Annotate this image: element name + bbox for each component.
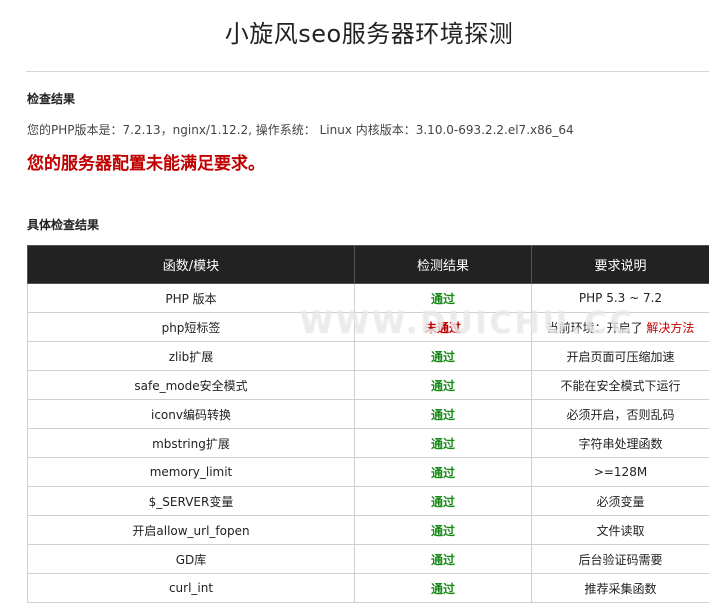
note-cell: 必须变量 (532, 487, 709, 516)
status-cell: 通过 (355, 284, 532, 313)
table-row: PHP 版本通过 PHP 5.3 ~ 7.2 (28, 284, 709, 313)
note-cell: 必须开启，否则乱码 (532, 400, 709, 429)
note-cell: 当前环境：开启了 解决方法 (532, 313, 709, 342)
table-row: 开启allow_url_fopen通过 文件读取 (28, 516, 709, 545)
note-cell: >=128M (532, 458, 709, 487)
note-text: 必须开启，否则乱码 (566, 408, 674, 422)
note-text: >=128M (594, 465, 647, 479)
module-cell: memory_limit (28, 458, 355, 487)
status-cell: 通过 (355, 458, 532, 487)
note-text: PHP 5.3 ~ 7.2 (579, 291, 662, 305)
module-cell: PHP 版本 (28, 284, 355, 313)
warning-message: 您的服务器配置未能满足要求。 (27, 149, 265, 174)
module-cell: php短标签 (28, 313, 355, 342)
module-cell: GD库 (28, 545, 355, 574)
environment-info: 您的PHP版本是：7.2.13，nginx/1.12.2, 操作系统： Linu… (27, 121, 574, 138)
note-text: 字符串处理函数 (578, 437, 662, 451)
status-cell: 通过 (355, 545, 532, 574)
module-cell: safe_mode安全模式 (28, 371, 355, 400)
table-row: php短标签未通过当前环境：开启了 解决方法 (28, 313, 709, 342)
module-cell: iconv编码转换 (28, 400, 355, 429)
status-cell: 通过 (355, 574, 532, 603)
status-cell: 通过 (355, 342, 532, 371)
note-text: 文件读取 (596, 524, 644, 538)
status-cell: 通过 (355, 516, 532, 545)
status-cell: 通过 (355, 429, 532, 458)
status-cell: 通过 (355, 487, 532, 516)
module-cell: $_SERVER变量 (28, 487, 355, 516)
status-cell: 通过 (355, 371, 532, 400)
col-header-status: 检测结果 (355, 246, 532, 284)
table-row: curl_int通过 推荐采集函数 (28, 574, 709, 603)
module-cell: zlib扩展 (28, 342, 355, 371)
detail-heading: 具体检查结果 (27, 216, 99, 233)
check-table: 函数/模块 检测结果 要求说明 PHP 版本通过PHP 5.3 ~ 7.2php… (27, 245, 709, 603)
status-cell: 通过 (355, 400, 532, 429)
page-title: 小旋风seo服务器环境探测 (0, 14, 709, 49)
col-header-note: 要求说明 (532, 246, 709, 284)
note-text: 不能在安全模式下运行 (560, 379, 680, 393)
note-cell: 后台验证码需要 (532, 545, 709, 574)
col-header-module: 函数/模块 (28, 246, 355, 284)
note-cell: 开启页面可压缩加速 (532, 342, 709, 371)
note-text: 必须变量 (596, 495, 644, 509)
note-cell: 文件读取 (532, 516, 709, 545)
table-row: GD库通过 后台验证码需要 (28, 545, 709, 574)
table-row: zlib扩展通过 开启页面可压缩加速 (28, 342, 709, 371)
module-cell: 开启allow_url_fopen (28, 516, 355, 545)
module-cell: mbstring扩展 (28, 429, 355, 458)
note-cell: 字符串处理函数 (532, 429, 709, 458)
table-row: iconv编码转换通过 必须开启，否则乱码 (28, 400, 709, 429)
note-text: 当前环境：开启了 (547, 321, 643, 335)
fix-link[interactable]: 解决方法 (646, 321, 694, 335)
note-cell: 推荐采集函数 (532, 574, 709, 603)
note-cell: PHP 5.3 ~ 7.2 (532, 284, 709, 313)
note-cell: 不能在安全模式下运行 (532, 371, 709, 400)
check-result-heading: 检查结果 (27, 90, 75, 107)
table-row: mbstring扩展通过 字符串处理函数 (28, 429, 709, 458)
table-row: memory_limit通过 >=128M (28, 458, 709, 487)
note-text: 推荐采集函数 (584, 582, 656, 596)
module-cell: curl_int (28, 574, 355, 603)
note-text: 开启页面可压缩加速 (566, 350, 674, 364)
table-row: $_SERVER变量通过 必须变量 (28, 487, 709, 516)
note-text: 后台验证码需要 (578, 553, 662, 567)
table-row: safe_mode安全模式通过 不能在安全模式下运行 (28, 371, 709, 400)
table-header-row: 函数/模块 检测结果 要求说明 (28, 246, 709, 284)
title-divider (26, 71, 709, 72)
status-cell: 未通过 (355, 313, 532, 342)
